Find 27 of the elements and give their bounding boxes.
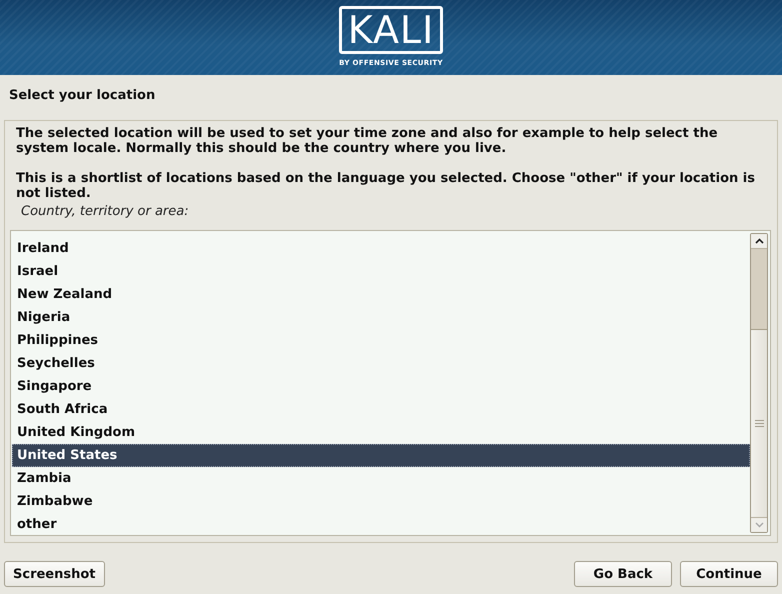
location-item[interactable]: Israel <box>12 260 750 283</box>
location-item[interactable]: Nigeria <box>12 306 750 329</box>
location-item[interactable]: Singapore <box>12 375 750 398</box>
kali-logo: KALI <box>339 6 443 54</box>
scrollbar-thumb[interactable] <box>751 329 767 517</box>
location-list[interactable]: Ireland Israel New Zealand Nigeria Philippines Seychelles Singapore South Africa United Kingdom United States Zambia Zimbabwe other <box>10 230 771 536</box>
location-item[interactable]: Zimbabwe <box>12 490 750 513</box>
description-text: This is a shortlist of locations based on the language you selected. Choose "other" if your location is not listed. <box>16 171 756 201</box>
description-text: The selected location will be used to set your time zone and also for example to help select the system locale. Normally this should be the country where you live. <box>16 126 719 156</box>
location-item[interactable]: South Africa <box>12 398 750 421</box>
grip-icon <box>754 420 764 427</box>
scroll-down-icon[interactable] <box>754 522 764 528</box>
page-title: Select your location <box>9 88 156 103</box>
location-item[interactable]: Ireland <box>12 237 750 260</box>
list-label: Country, territory or area: <box>21 204 189 219</box>
location-item[interactable]: United Kingdom <box>12 421 750 444</box>
action-button[interactable]: Screenshot <box>4 561 105 587</box>
action-button[interactable]: Continue <box>680 561 778 587</box>
location-item[interactable]: New Zealand <box>12 283 750 306</box>
action-button[interactable]: Go Back <box>574 561 672 587</box>
location-item[interactable]: United States <box>12 444 750 467</box>
location-item[interactable]: Seychelles <box>12 352 750 375</box>
location-item[interactable]: other <box>12 513 750 536</box>
location-item[interactable]: Zambia <box>12 467 750 490</box>
location-item[interactable]: Philippines <box>12 329 750 352</box>
scroll-up-icon[interactable] <box>754 238 764 244</box>
scrollbar[interactable] <box>750 233 768 533</box>
